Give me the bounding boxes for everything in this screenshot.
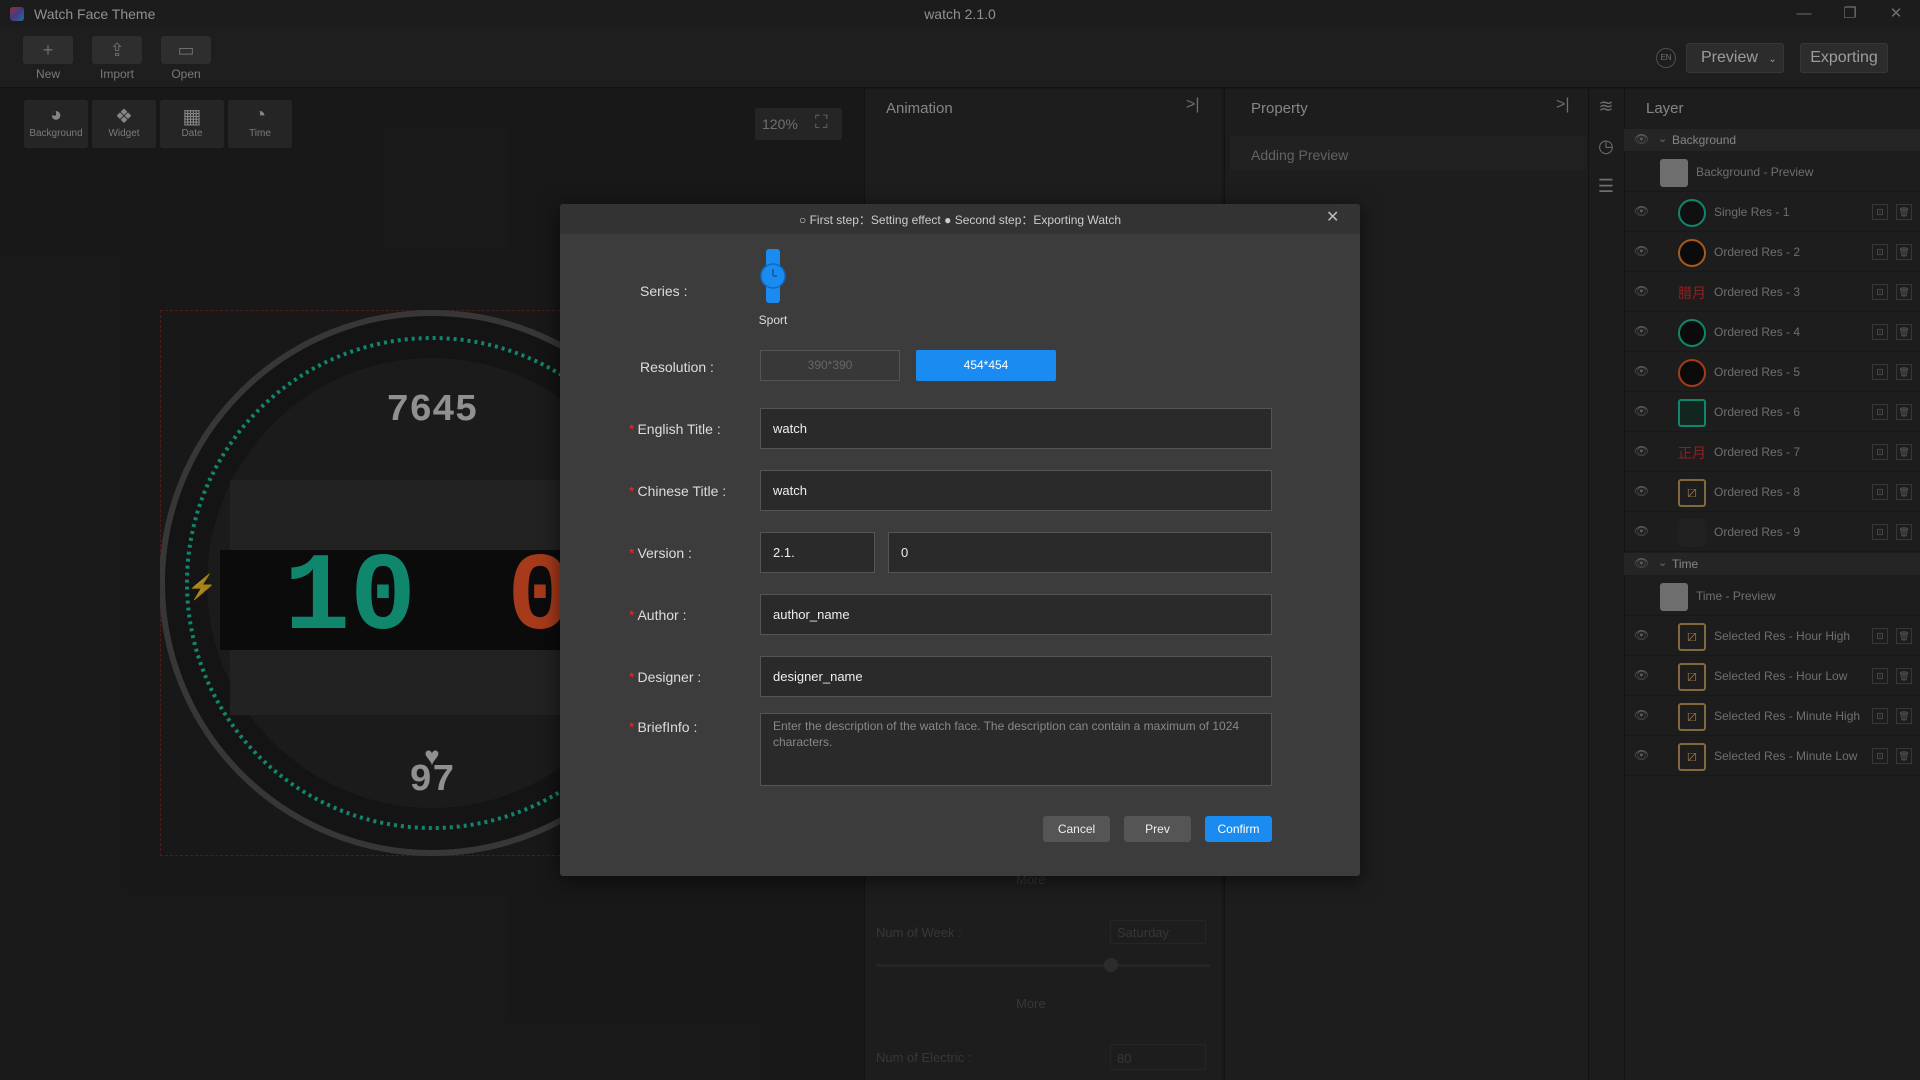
step-1-label: First step：Setting effect <box>809 213 941 227</box>
briefinfo-textarea[interactable]: Enter the description of the watch face.… <box>760 713 1272 786</box>
version-minor-input[interactable]: 0 <box>888 532 1272 573</box>
confirm-button[interactable]: Confirm <box>1205 816 1272 842</box>
step-2-label: Second step：Exporting Watch <box>954 213 1121 227</box>
english-title-label: * English Title : <box>629 421 721 437</box>
series-value: Sport <box>758 313 788 327</box>
resolution-option-390[interactable]: 390*390 <box>760 350 900 381</box>
dialog-steps: ○ First step：Setting effect ● Second ste… <box>560 211 1360 228</box>
watch-icon[interactable] <box>759 249 787 303</box>
resolution-label: Resolution : <box>640 359 714 375</box>
cancel-button[interactable]: Cancel <box>1043 816 1110 842</box>
author-label: * Author : <box>629 607 687 623</box>
english-title-input[interactable]: watch <box>760 408 1272 449</box>
close-dialog-icon[interactable]: ✕ <box>1326 207 1339 227</box>
designer-input[interactable]: designer_name <box>760 656 1272 697</box>
chinese-title-input[interactable]: watch <box>760 470 1272 511</box>
version-label: * Version : <box>629 545 692 561</box>
version-major-input[interactable]: 2.1. <box>760 532 875 573</box>
step-active-icon: ● <box>944 213 952 227</box>
series-label: Series : <box>640 283 688 299</box>
briefinfo-label: * BriefInfo : <box>629 719 698 735</box>
step-inactive-icon: ○ <box>798 213 807 227</box>
prev-button[interactable]: Prev <box>1124 816 1191 842</box>
designer-label: * Designer : <box>629 669 702 685</box>
resolution-option-454[interactable]: 454*454 <box>916 350 1056 381</box>
author-input[interactable]: author_name <box>760 594 1272 635</box>
chinese-title-label: * Chinese Title : <box>629 483 727 499</box>
